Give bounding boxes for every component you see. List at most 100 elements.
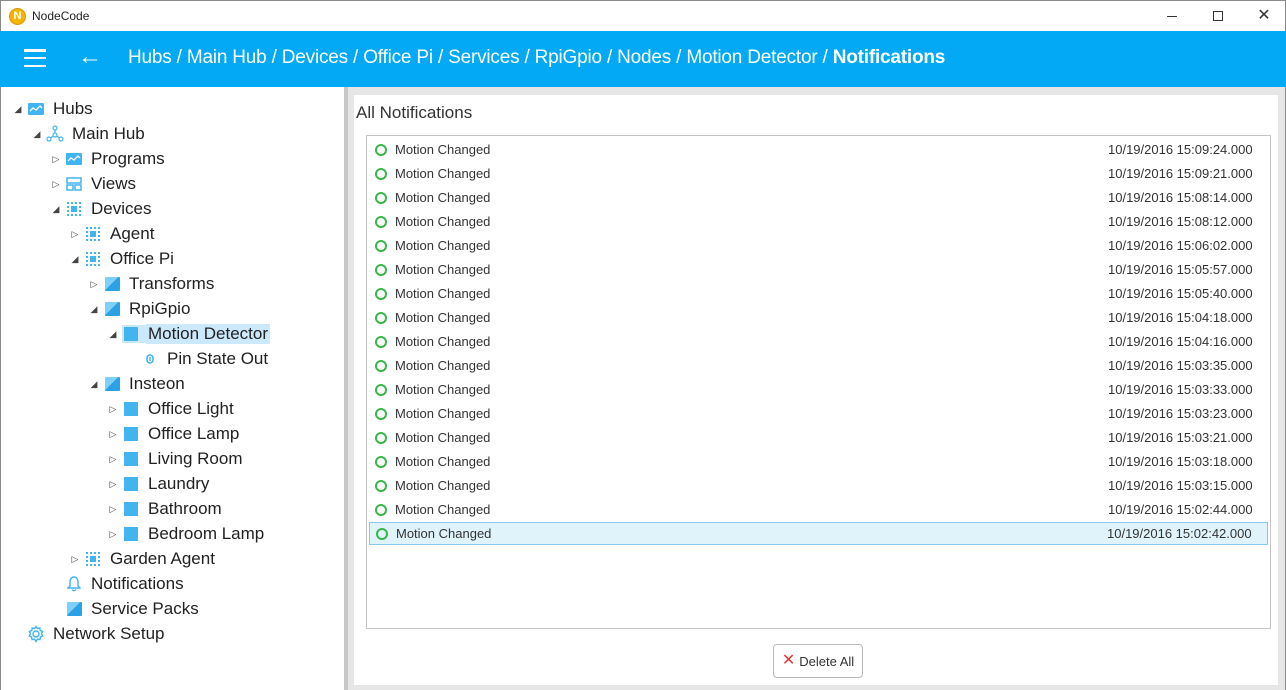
tree-item-label: Views (91, 174, 137, 193)
notification-row[interactable]: Motion Changed 10/19/2016 15:09:21.000 (369, 162, 1268, 185)
expand-arrow-icon[interactable]: ◢ (68, 254, 82, 265)
tree-item-living-room[interactable]: ▷ Living Room (106, 447, 245, 471)
tree-item-office-light[interactable]: ▷ Office Light (106, 397, 236, 421)
notification-row[interactable]: Motion Changed 10/19/2016 15:05:57.000 (369, 258, 1268, 281)
collapsed-arrow-icon[interactable]: ▷ (49, 154, 63, 165)
tree-item-insteon[interactable]: ◢ Insteon (87, 372, 187, 396)
tree-item-motion-detector[interactable]: ◢ Motion Detector (106, 322, 270, 346)
notification-row[interactable]: Motion Changed 10/19/2016 15:08:12.000 (369, 210, 1268, 233)
breadcrumb-item[interactable]: Motion Detector (686, 47, 817, 68)
notification-row[interactable]: Motion Changed 10/19/2016 15:04:16.000 (369, 330, 1268, 353)
expand-arrow-icon[interactable]: ◢ (49, 204, 63, 215)
breadcrumb-item[interactable]: Devices (282, 47, 348, 68)
tree-item-service-packs[interactable]: Service Packs (49, 597, 201, 621)
notification-message: Motion Changed (395, 502, 491, 517)
breadcrumb-item[interactable]: Nodes (617, 47, 671, 68)
back-arrow-icon[interactable]: ← (78, 43, 102, 71)
tree-item-pin-state-out[interactable]: Pin State Out (125, 347, 270, 371)
expand-arrow-icon[interactable]: ◢ (106, 329, 120, 340)
tree-item-programs[interactable]: ▷ Programs (49, 147, 167, 171)
status-circle-icon (375, 143, 387, 156)
notification-row[interactable]: Motion Changed 10/19/2016 15:03:21.000 (369, 426, 1268, 449)
tree-item-network-setup[interactable]: Network Setup (11, 622, 167, 646)
cube-icon (103, 300, 121, 318)
collapsed-arrow-icon[interactable]: ▷ (49, 179, 63, 190)
notification-row[interactable]: Motion Changed 10/19/2016 15:03:18.000 (369, 450, 1268, 473)
collapsed-arrow-icon[interactable]: ▷ (68, 229, 82, 240)
tree-item-notifications[interactable]: Notifications (49, 572, 186, 596)
tree-item-laundry[interactable]: ▷ Laundry (106, 472, 211, 496)
expand-arrow-icon[interactable]: ◢ (11, 104, 25, 115)
notification-row[interactable]: Motion Changed 10/19/2016 15:08:14.000 (369, 186, 1268, 209)
tree-item-garden-agent[interactable]: ▷ Garden Agent (68, 547, 217, 571)
breadcrumb-separator: / (347, 47, 364, 68)
collapsed-arrow-icon[interactable]: ▷ (87, 279, 101, 290)
tree-item-transforms[interactable]: ▷ Transforms (87, 272, 216, 296)
expand-arrow-icon[interactable]: ◢ (87, 379, 101, 390)
notification-row[interactable]: Motion Changed 10/19/2016 15:04:18.000 (369, 306, 1268, 329)
tree-item-views[interactable]: ▷ Views (49, 172, 138, 196)
tree-item-hubs[interactable]: ◢ Hubs (11, 97, 95, 121)
collapsed-arrow-icon[interactable]: ▷ (106, 429, 120, 440)
tree-item-label: Notifications (91, 574, 184, 593)
collapsed-arrow-icon[interactable]: ▷ (106, 454, 120, 465)
notification-row[interactable]: Motion Changed 10/19/2016 15:02:44.000 (369, 498, 1268, 521)
notification-row[interactable]: Motion Changed 10/19/2016 15:03:23.000 (369, 402, 1268, 425)
chip-icon (65, 200, 83, 218)
tree-item-label: Network Setup (53, 624, 165, 643)
breadcrumb-item[interactable]: Main Hub (187, 47, 267, 68)
expand-arrow-icon[interactable]: ◢ (30, 129, 44, 140)
notification-row[interactable]: Motion Changed 10/19/2016 15:03:33.000 (369, 378, 1268, 401)
breadcrumb-current: Notifications (832, 47, 946, 68)
notification-row[interactable]: Motion Changed 10/19/2016 15:03:35.000 (369, 354, 1268, 377)
collapsed-arrow-icon[interactable]: ▷ (106, 404, 120, 415)
notification-row[interactable]: Motion Changed 10/19/2016 15:09:24.000 (369, 138, 1268, 161)
notifications-panel: All Notifications Motion Changed 10/19/2… (354, 95, 1278, 685)
expand-arrow-icon[interactable]: ◢ (87, 304, 101, 315)
breadcrumb-item[interactable]: Hubs (128, 47, 172, 68)
notification-message: Motion Changed (395, 406, 491, 421)
tree-item-devices[interactable]: ◢ Devices (49, 197, 153, 221)
notifications-list[interactable]: Motion Changed 10/19/2016 15:09:24.000 M… (366, 135, 1271, 629)
status-circle-icon (375, 359, 387, 372)
breadcrumb-separator: / (519, 47, 535, 68)
menu-icon[interactable] (24, 49, 46, 67)
status-circle-icon (375, 455, 387, 468)
tree-item-label: Devices (91, 199, 152, 218)
breadcrumb-item[interactable]: Office Pi (363, 47, 433, 68)
collapsed-arrow-icon[interactable]: ▷ (106, 504, 120, 515)
collapsed-arrow-icon[interactable]: ▷ (68, 554, 82, 565)
notification-time: 10/19/2016 15:08:14.000 (1108, 190, 1253, 205)
notification-row[interactable]: Motion Changed 10/19/2016 15:03:15.000 (369, 474, 1268, 497)
chip-icon (84, 250, 102, 268)
notification-time: 10/19/2016 15:05:57.000 (1108, 262, 1253, 277)
notification-row[interactable]: Motion Changed 10/19/2016 15:05:40.000 (369, 282, 1268, 305)
breadcrumb-item[interactable]: RpiGpio (535, 47, 602, 68)
notification-message: Motion Changed (395, 238, 491, 253)
collapsed-arrow-icon[interactable]: ▷ (106, 479, 120, 490)
tree-item-bedroom-lamp[interactable]: ▷ Bedroom Lamp (106, 522, 266, 546)
notification-row[interactable]: Motion Changed 10/19/2016 15:06:02.000 (369, 234, 1268, 257)
notification-time: 10/19/2016 15:04:18.000 (1108, 310, 1253, 325)
maximize-button[interactable] (1195, 1, 1241, 31)
tree-item-main-hub[interactable]: ◢ Main Hub (30, 122, 147, 146)
gear-icon (27, 625, 45, 643)
close-window-button[interactable]: ✕ (1241, 1, 1286, 31)
bell-icon (65, 575, 83, 593)
status-circle-icon (375, 503, 387, 516)
tree-item-office-lamp[interactable]: ▷ Office Lamp (106, 422, 241, 446)
notification-message: Motion Changed (395, 358, 491, 373)
tree-item-bathroom[interactable]: ▷ Bathroom (106, 497, 224, 521)
notification-row-selected[interactable]: Motion Changed 10/19/2016 15:02:42.000 (369, 522, 1268, 545)
notification-time: 10/19/2016 15:06:02.000 (1108, 238, 1253, 253)
tree-item-office-pi[interactable]: ◢ Office Pi (68, 247, 176, 271)
breadcrumb: Hubs / Main Hub / Devices / Office Pi / … (128, 47, 945, 69)
collapsed-arrow-icon[interactable]: ▷ (106, 529, 120, 540)
delete-all-button[interactable]: ✕ Delete All (773, 644, 863, 678)
window-titlebar: N NodeCode ✕ (0, 0, 1286, 31)
status-circle-icon (375, 167, 387, 180)
tree-item-agent[interactable]: ▷ Agent (68, 222, 156, 246)
minimize-button[interactable] (1149, 1, 1195, 31)
tree-item-rpigpio[interactable]: ◢ RpiGpio (87, 297, 192, 321)
breadcrumb-item[interactable]: Services (448, 47, 519, 68)
